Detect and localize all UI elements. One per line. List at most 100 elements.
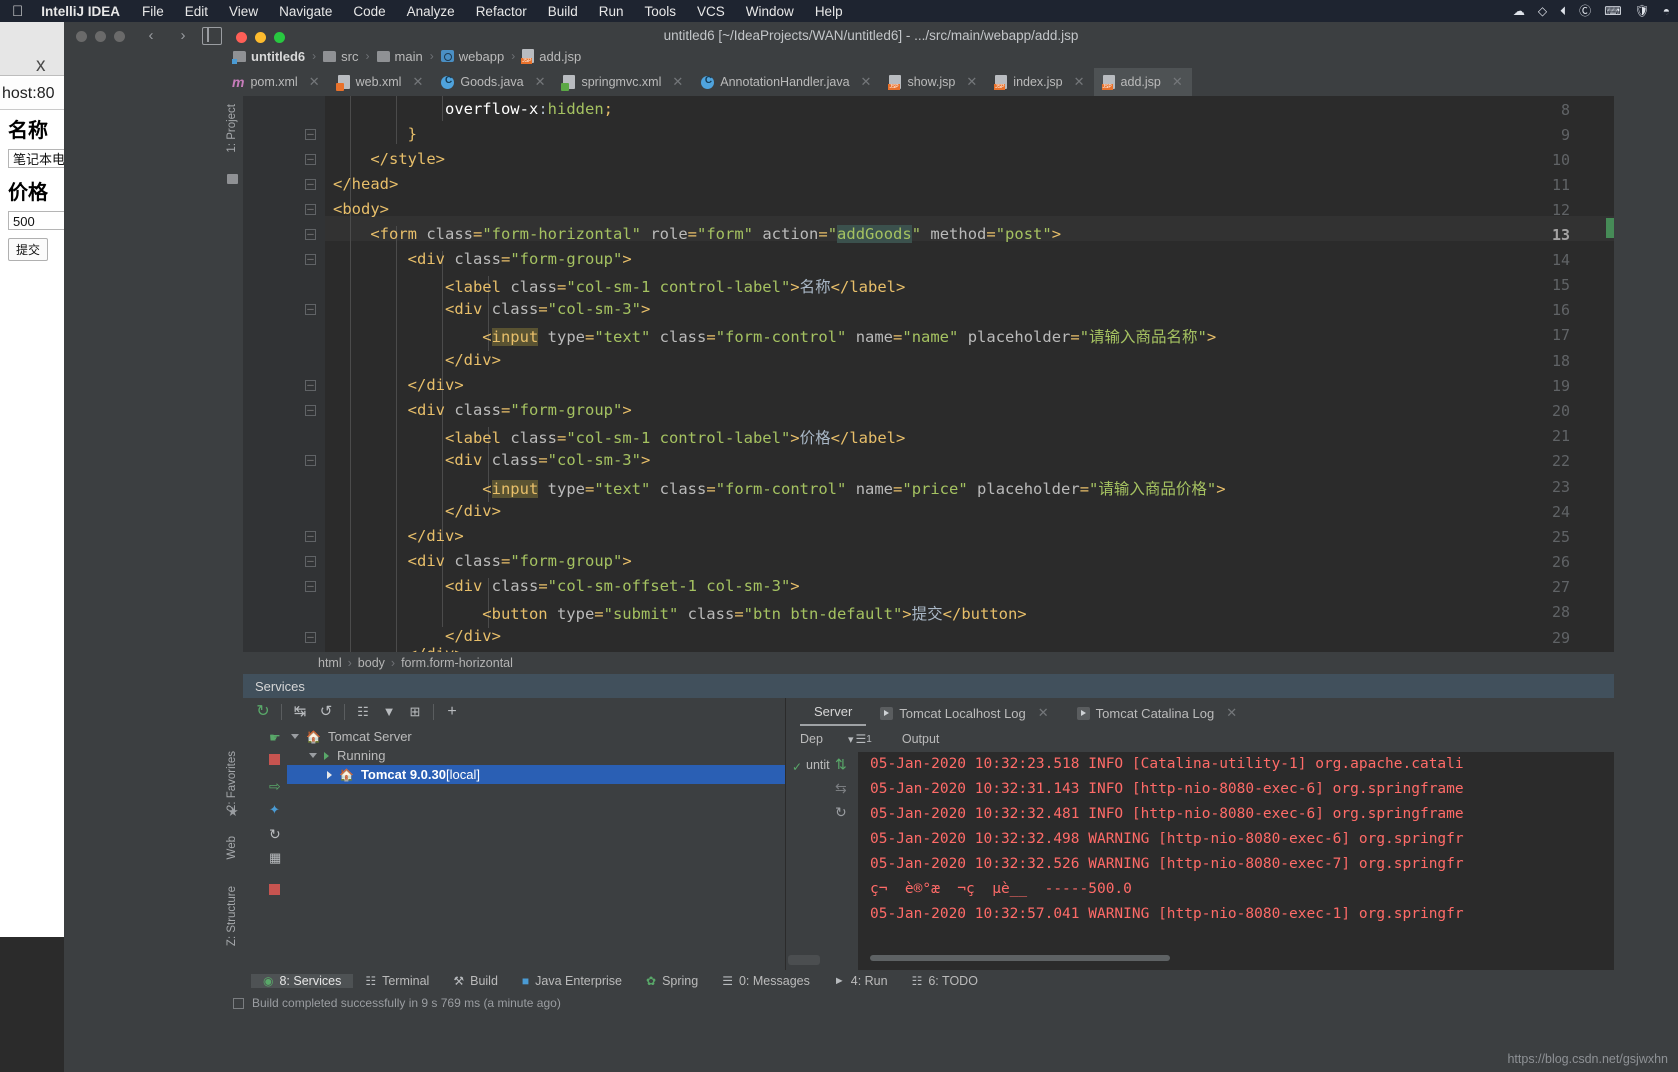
menu-item-navigate[interactable]: Navigate xyxy=(279,4,332,19)
editor-tab-index-jsp[interactable]: index.jsp ✕ xyxy=(986,68,1093,96)
editor-tab-goods-java[interactable]: Goods.java ✕ xyxy=(432,68,554,96)
maximize-button[interactable] xyxy=(274,32,285,43)
close-icon[interactable]: ✕ xyxy=(672,74,683,90)
group-icon[interactable]: ☷ xyxy=(350,700,376,724)
browser-tab-close-icon[interactable]: x xyxy=(36,55,46,77)
undeploy-icon[interactable]: ⇆ xyxy=(835,780,847,797)
keyboard-icon[interactable]: ⌨ xyxy=(1604,5,1621,17)
diamond-icon[interactable]: ✦ xyxy=(269,802,280,818)
tree-row-tomcat-9030-local[interactable]: 🏠 Tomcat 9.0.30 [local] xyxy=(287,765,807,784)
grid-icon[interactable]: ▦ xyxy=(269,850,281,866)
close-icon[interactable]: ✕ xyxy=(861,74,872,90)
menu-app-name[interactable]: IntelliJ IDEA xyxy=(41,4,120,19)
collapse-all-icon[interactable]: ↺ xyxy=(313,700,339,724)
bottom-tab-todo[interactable]: ☷ 6: TODO xyxy=(900,974,990,988)
menu-item-build[interactable]: Build xyxy=(548,4,578,19)
add-icon[interactable]: + xyxy=(439,700,465,724)
deploy-icon[interactable]: ⇨ xyxy=(269,778,281,795)
cloud-icon[interactable]: ☁ xyxy=(1513,5,1525,17)
close-icon[interactable]: ✕ xyxy=(966,74,977,90)
code-breadcrumb-body[interactable]: body xyxy=(358,656,385,670)
debug-icon[interactable]: ☛ xyxy=(269,730,281,746)
close-icon[interactable]: ✕ xyxy=(1172,74,1183,90)
telegram-icon[interactable]: ⏴ xyxy=(1560,5,1566,17)
redeploy-icon[interactable]: ↻ xyxy=(835,804,847,821)
close-icon[interactable]: ✕ xyxy=(1226,705,1237,721)
fold-marker[interactable]: ─ xyxy=(305,179,316,190)
stop-icon[interactable] xyxy=(269,754,280,765)
breadcrumb-item-src[interactable]: src xyxy=(323,49,359,64)
editor-tab-springmvc-xml[interactable]: springmvc.xml ✕ xyxy=(554,68,692,96)
menu-item-tools[interactable]: Tools xyxy=(645,4,677,19)
bottom-tab-java-enterprise[interactable]: ■ Java Enterprise xyxy=(510,974,634,988)
editor-tab-annotationhandler-java[interactable]: AnnotationHandler.java ✕ xyxy=(692,68,880,96)
fold-marker[interactable]: ─ xyxy=(305,229,316,240)
fold-marker[interactable]: ─ xyxy=(305,254,316,265)
filter-icon[interactable]: ▼ xyxy=(376,700,402,724)
dropbox-icon[interactable]: ◇ xyxy=(1538,5,1547,17)
fold-marker[interactable]: ─ xyxy=(305,581,316,592)
editor-tab-add-jsp[interactable]: add.jsp ✕ xyxy=(1093,68,1192,96)
close-icon[interactable]: ✕ xyxy=(309,74,320,90)
menu-item-edit[interactable]: Edit xyxy=(185,4,208,19)
close-icon[interactable]: ✕ xyxy=(535,74,546,90)
apple-icon[interactable]:  xyxy=(12,4,23,19)
close-icon[interactable]: ✕ xyxy=(1074,74,1085,90)
fold-marker[interactable]: ─ xyxy=(305,304,316,315)
deploy-icon[interactable]: ⇅ xyxy=(835,756,847,773)
status-toggle-icon[interactable] xyxy=(233,997,244,1009)
chevron-down-icon[interactable] xyxy=(309,753,317,758)
code-breadcrumb-html[interactable]: html xyxy=(318,656,342,670)
menu-item-refactor[interactable]: Refactor xyxy=(476,4,527,19)
fold-marker[interactable]: ─ xyxy=(305,405,316,416)
fold-marker[interactable]: ─ xyxy=(305,154,316,165)
bottom-tab-build[interactable]: ⚒ Build xyxy=(441,974,510,988)
chevron-right-icon[interactable] xyxy=(327,770,332,779)
code-editor[interactable]: 8 9 10 11 12 13 14 15 16 17 18 19 20 21 … xyxy=(243,96,1614,652)
bottom-tab-services[interactable]: ◉ 8: Services xyxy=(251,974,354,988)
breadcrumb-item-main[interactable]: main xyxy=(376,49,423,64)
bottom-tab-run[interactable]: ► 4: Run xyxy=(822,974,900,988)
breadcrumb-item-webapp[interactable]: webapp xyxy=(440,49,504,64)
expand-all-icon[interactable]: ↹ xyxy=(287,700,313,724)
chevron-down-icon[interactable] xyxy=(291,734,299,739)
bottom-tab-spring[interactable]: ✿ Spring xyxy=(634,974,710,988)
log-tab-server[interactable]: Server xyxy=(800,704,867,726)
chevron-down-icon[interactable]: ▾ xyxy=(848,733,854,746)
tool-window-structure[interactable]: Z: Structure xyxy=(226,886,238,946)
bottom-tab-terminal[interactable]: ☷ Terminal xyxy=(353,974,441,988)
add-tab-icon[interactable]: ⊞ xyxy=(402,700,428,724)
tool-window-project[interactable]: 1: Project xyxy=(226,104,238,153)
refresh-icon[interactable]: ↻ xyxy=(269,826,281,843)
editor-tab-web-xml[interactable]: web.xml ✕ xyxy=(329,68,433,96)
rerun-icon[interactable]: ↻ xyxy=(250,700,276,724)
menu-item-analyze[interactable]: Analyze xyxy=(407,4,455,19)
fold-marker[interactable]: ─ xyxy=(305,204,316,215)
menu-item-window[interactable]: Window xyxy=(746,4,794,19)
menu-item-vcs[interactable]: VCS xyxy=(697,4,725,19)
form-submit-button[interactable]: 提交 xyxy=(8,238,49,261)
fold-marker[interactable]: ─ xyxy=(305,380,316,391)
breadcrumb-item-untitled6[interactable]: untitled6 xyxy=(232,49,305,64)
menu-item-code[interactable]: Code xyxy=(353,4,385,19)
code-breadcrumb-form[interactable]: form.form-horizontal xyxy=(401,656,513,670)
tree-row-running[interactable]: Running xyxy=(287,746,807,765)
log-tab-tomcat-catalina-log[interactable]: Tomcat Catalina Log ✕ xyxy=(1063,705,1251,726)
log-list-scrollbar[interactable] xyxy=(788,955,820,965)
menu-item-file[interactable]: File xyxy=(142,4,164,19)
bottom-tab-messages[interactable]: ☰ 0: Messages xyxy=(710,974,822,988)
wifi-icon[interactable]: ◓ xyxy=(1663,5,1670,17)
menu-item-run[interactable]: Run xyxy=(599,4,624,19)
shield-icon[interactable]: 🛡 xyxy=(1635,5,1650,17)
tool-window-favorites[interactable]: 2: Favorites xyxy=(226,751,238,811)
close-button[interactable] xyxy=(236,32,247,43)
fold-marker[interactable]: ─ xyxy=(305,129,316,140)
fold-marker[interactable]: ─ xyxy=(305,455,316,466)
close-icon[interactable]: ✕ xyxy=(1038,705,1049,721)
log-output[interactable]: 05-Jan-2020 10:32:23.518 INFO [Catalina-… xyxy=(858,752,1614,970)
fold-marker[interactable]: ─ xyxy=(305,556,316,567)
close-icon[interactable]: ✕ xyxy=(412,74,423,90)
tree-row-tomcat-server[interactable]: 🏠 Tomcat Server xyxy=(287,727,807,746)
menu-item-help[interactable]: Help xyxy=(815,4,843,19)
fold-marker[interactable]: ─ xyxy=(305,531,316,542)
